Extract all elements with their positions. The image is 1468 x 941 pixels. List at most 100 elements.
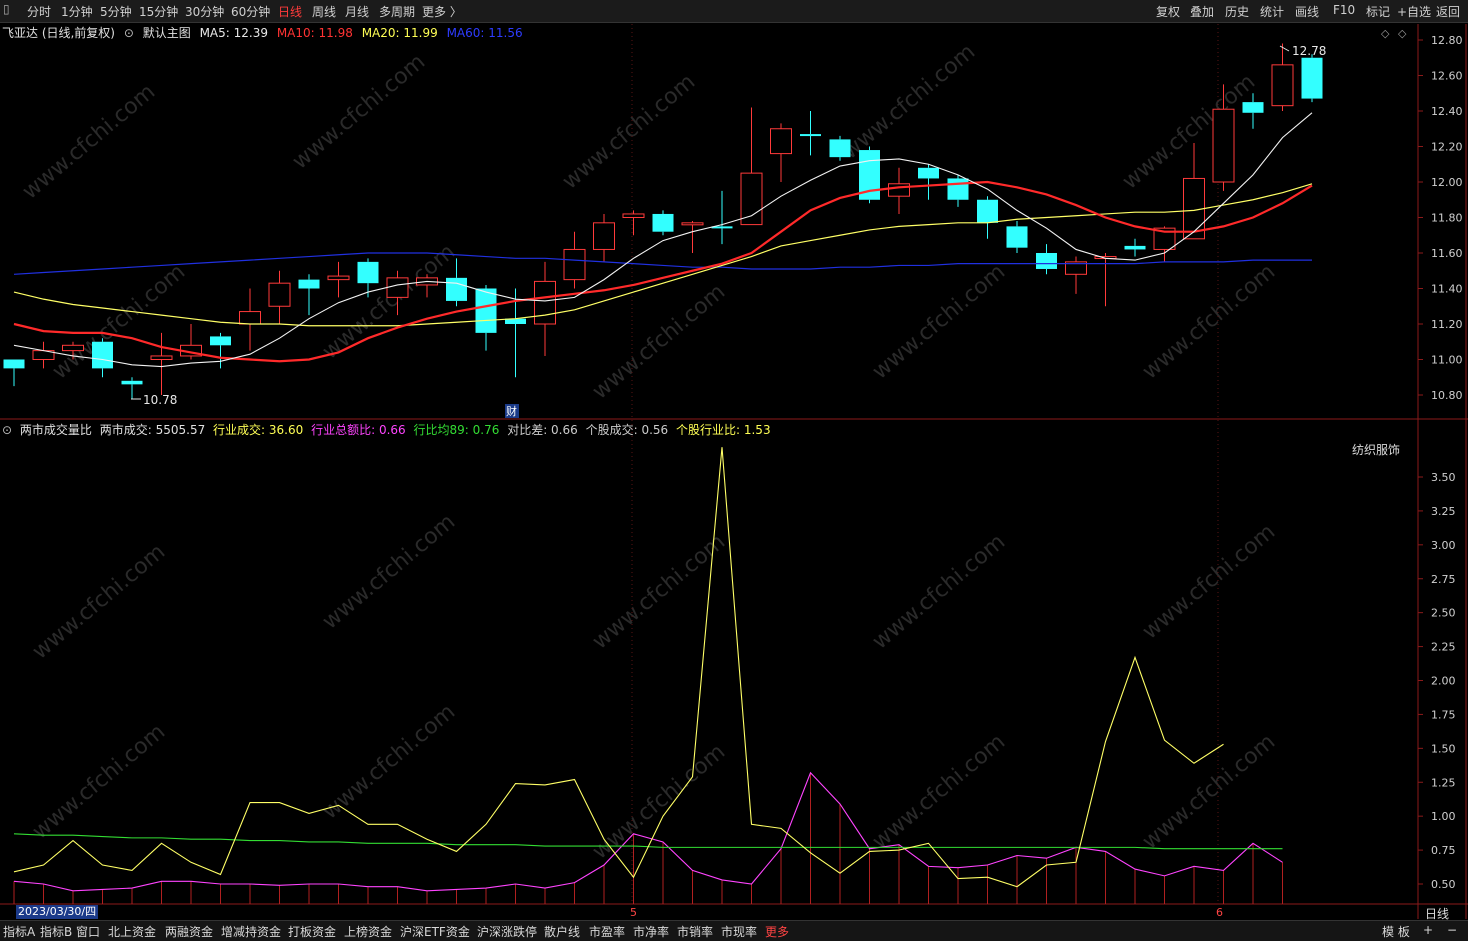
- indicator-tick-label: 2.50: [1431, 607, 1456, 620]
- candle-body: [622, 213, 645, 218]
- tab-limit-stats[interactable]: 沪深涨跌停: [477, 923, 537, 940]
- price-tick-label: 12.40: [1431, 105, 1463, 118]
- tab-etf-funds[interactable]: 沪深ETF资金: [400, 923, 470, 940]
- candle-body: [210, 336, 231, 346]
- candle-body: [150, 355, 173, 361]
- candle: [652, 210, 674, 236]
- candle-body: [681, 222, 704, 226]
- candle: [800, 111, 821, 156]
- tab-limit-up-funds[interactable]: 打板资金: [288, 923, 336, 940]
- indicator-icon[interactable]: ⊙: [2, 423, 12, 437]
- watermark: www.cfchi.com: [558, 69, 700, 194]
- settings-icon[interactable]: ⊙: [124, 26, 134, 40]
- market-volume-value: 两市成交: 5505.57: [99, 423, 206, 437]
- candle: [593, 213, 615, 262]
- price-tick-label: 11.40: [1431, 283, 1463, 296]
- indicator-tick-label: 0.75: [1431, 844, 1456, 857]
- indicator-tick-label: 3.00: [1431, 539, 1456, 552]
- tab-northbound[interactable]: 北上资金: [108, 923, 156, 940]
- ma5-value: MA5: 12.39: [199, 26, 268, 40]
- indicator-tick-label: 1.25: [1431, 776, 1456, 789]
- tab-margin[interactable]: 两融资金: [165, 923, 213, 940]
- price-tick-label: 11.60: [1431, 247, 1463, 260]
- cursor-date: 2023/03/30/四: [16, 905, 99, 919]
- candle: [239, 288, 261, 351]
- stock-industry-ratio-value: 个股行业比: 1.53: [676, 423, 771, 437]
- indicator-tick-label: 3.25: [1431, 505, 1456, 518]
- watermark: www.cfchi.com: [288, 49, 430, 174]
- industry-tag: 纺织服饰: [1352, 443, 1401, 457]
- zoom-out-button[interactable]: −: [1447, 923, 1457, 937]
- main-chart-legend: 飞亚达 (日线,前复权) ⊙ 默认主图 MA5: 12.39 MA10: 11.…: [2, 24, 528, 40]
- candle: [3, 359, 25, 387]
- price-tick-label: 11.80: [1431, 212, 1463, 225]
- earnings-marker: 财: [506, 404, 517, 418]
- candle-body: [298, 279, 320, 289]
- diff-value: 对比差: 0.66: [507, 423, 578, 437]
- zoom-in-button[interactable]: +: [1423, 923, 1433, 937]
- ma20-value: MA20: 11.99: [361, 26, 438, 40]
- template-button[interactable]: 模 板: [1382, 923, 1410, 940]
- candle: [534, 261, 556, 356]
- tab-holdings-change[interactable]: 增减持资金: [221, 923, 281, 940]
- chart-name[interactable]: 默认主图: [143, 26, 191, 40]
- high-price-label: 12.78: [1292, 44, 1326, 58]
- tab-ps[interactable]: 市销率: [677, 923, 713, 940]
- grid-layer: [0, 24, 1468, 919]
- watermark: www.cfchi.com: [1138, 519, 1280, 644]
- candle-body: [977, 199, 998, 223]
- tab-pcf[interactable]: 市现率: [721, 923, 757, 940]
- candle-body: [446, 277, 467, 301]
- candle: [475, 284, 497, 351]
- indicator-tick-label: 1.00: [1431, 810, 1456, 823]
- candle-body: [239, 311, 261, 325]
- tab-retail-line[interactable]: 散户线: [544, 923, 580, 940]
- candle: [1065, 256, 1087, 294]
- indicator-name[interactable]: 两市成交量比: [20, 423, 92, 437]
- indicator-tabbar: 指标A 指标B 窗口 北上资金 两融资金 增减持资金 打板资金 上榜资金 沪深E…: [0, 920, 1468, 941]
- candle-body: [475, 288, 497, 333]
- candle-body: [327, 275, 350, 281]
- tab-indicator-a[interactable]: 指标A: [3, 923, 35, 940]
- tab-list-funds[interactable]: 上榜资金: [344, 923, 392, 940]
- low-price-label: 10.78: [143, 393, 177, 407]
- tab-pb[interactable]: 市净率: [633, 923, 669, 940]
- indicator-tick-label: 2.75: [1431, 573, 1456, 586]
- candle: [1301, 54, 1323, 103]
- candle-body: [1271, 64, 1294, 107]
- watermark: www.cfchi.com: [1118, 69, 1260, 194]
- candle: [711, 190, 733, 245]
- indicator-tick-label: 0.50: [1431, 878, 1456, 891]
- ma60-value: MA60: 11.56: [446, 26, 523, 40]
- month-label: 5: [630, 906, 637, 919]
- price-tick-label: 11.20: [1431, 318, 1463, 331]
- candle-body: [1242, 102, 1264, 113]
- candle-body: [652, 213, 674, 232]
- stock-title[interactable]: 飞亚达 (日线,前复权): [2, 26, 115, 40]
- high-price-pointer: [1279, 45, 1290, 52]
- tab-indicator-b[interactable]: 指标B: [40, 923, 72, 940]
- candle-body: [888, 183, 910, 197]
- tab-window[interactable]: 窗口: [76, 923, 100, 940]
- watermark: www.cfchi.com: [28, 539, 170, 664]
- ma60-line: [13, 252, 1312, 275]
- candle-body: [947, 178, 969, 200]
- tab-pe[interactable]: 市盈率: [589, 923, 625, 940]
- tab-more[interactable]: 更多: [765, 923, 789, 940]
- candle: [681, 221, 704, 253]
- candle-body: [918, 167, 939, 179]
- watermark: www.cfchi.com: [868, 729, 1010, 854]
- candle-body: [1036, 253, 1057, 269]
- candle-body: [1301, 57, 1323, 99]
- watermark: www.cfchi.com: [838, 39, 980, 164]
- candle: [1006, 221, 1028, 253]
- candle: [121, 377, 143, 399]
- candle: [1124, 238, 1146, 257]
- chart-canvas: www.cfchi.com www.cfchi.com www.cfchi.com w…: [0, 24, 1468, 919]
- indicator-tick-label: 1.75: [1431, 708, 1456, 721]
- watermark: www.cfchi.com: [1138, 729, 1280, 854]
- candle: [1271, 43, 1294, 111]
- candle: [210, 332, 231, 369]
- candle: [1036, 244, 1057, 275]
- watermark: www.cfchi.com: [588, 279, 730, 404]
